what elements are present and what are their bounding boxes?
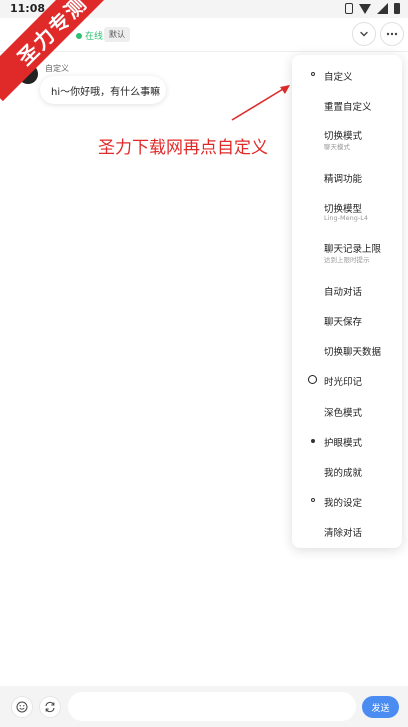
- menu-item-label: 时光印记: [324, 377, 363, 388]
- message-input[interactable]: [68, 692, 356, 721]
- menu-item-label: 自定义: [324, 72, 353, 83]
- menu-item-sub: Ling-Meng-L4: [324, 214, 368, 222]
- menu-item-switch-mode[interactable]: 切换模式 聊天模式: [292, 128, 402, 158]
- menu-item-fine-tune[interactable]: 精调功能: [292, 171, 402, 201]
- dot-icon: [311, 498, 315, 502]
- online-text: 在线: [85, 32, 104, 42]
- menu-item-label: 精调功能: [324, 174, 363, 185]
- vibrate-icon: [345, 3, 353, 14]
- menu-item-auto-dialogue[interactable]: 自动对话: [292, 284, 402, 314]
- menu-item-label: 我的设定: [324, 498, 363, 509]
- emoji-icon: [16, 701, 28, 713]
- online-status: 在线: [76, 29, 103, 42]
- refresh-button[interactable]: [39, 696, 61, 718]
- menu-item-achievements[interactable]: 我的成就: [292, 465, 402, 495]
- status-icons: [345, 3, 400, 14]
- menu-item-clear-chat[interactable]: 清除对话: [292, 525, 402, 555]
- menu-item-label: 自动对话: [324, 287, 363, 298]
- menu-item-dark-mode[interactable]: 深色模式: [292, 405, 402, 435]
- dot-icon: [311, 439, 315, 443]
- more-icon: [386, 32, 398, 36]
- menu-item-reset-custom[interactable]: 重置自定义: [292, 99, 402, 129]
- menu-item-custom[interactable]: 自定义: [292, 69, 402, 99]
- options-menu: 自定义 重置自定义 切换模式 聊天模式 精调功能 切换模型 Ling-Meng-…: [292, 55, 402, 548]
- online-dot-icon: [76, 32, 82, 39]
- input-bar: 发送: [0, 686, 408, 727]
- menu-item-switch-chat-data[interactable]: 切换聊天数据: [292, 344, 402, 374]
- menu-item-history-limit[interactable]: 聊天记录上限 达到上限时提示: [292, 241, 402, 271]
- menu-item-my-settings[interactable]: 我的设定: [292, 495, 402, 525]
- signal-icon: [377, 3, 388, 14]
- send-button[interactable]: 发送: [362, 696, 399, 718]
- battery-icon: [394, 3, 400, 14]
- menu-item-label: 深色模式: [324, 408, 363, 419]
- ring-icon: [308, 375, 317, 384]
- message-bubble[interactable]: hi～你好哦，有什么事嘛: [40, 76, 166, 104]
- menu-item-label: 重置自定义: [324, 102, 372, 113]
- sender-name: 自定义: [45, 64, 69, 73]
- menu-item-label: 聊天保存: [324, 317, 363, 328]
- menu-item-label: 切换模型: [324, 204, 363, 215]
- dot-icon: [311, 72, 315, 76]
- menu-item-label: 我的成就: [324, 468, 363, 479]
- wifi-icon: [359, 3, 371, 14]
- more-button[interactable]: [380, 22, 404, 46]
- menu-item-label: 清除对话: [324, 528, 363, 539]
- menu-item-time-mark[interactable]: 时光印记: [292, 374, 402, 404]
- menu-item-sub: 达到上限时提示: [324, 256, 370, 264]
- annotation-text: 圣力下载网再点自定义: [98, 138, 268, 158]
- annotation-arrow-icon: [231, 85, 290, 121]
- status-time: 11:08: [10, 2, 46, 15]
- menu-item-save-chat[interactable]: 聊天保存: [292, 314, 402, 344]
- default-badge[interactable]: 默认: [104, 27, 130, 42]
- menu-item-sub: 聊天模式: [324, 143, 350, 151]
- refresh-icon: [45, 701, 55, 713]
- menu-item-label: 护眼模式: [324, 438, 363, 449]
- menu-item-switch-model[interactable]: 切换模型 Ling-Meng-L4: [292, 201, 402, 231]
- emoji-button[interactable]: [11, 696, 33, 718]
- chevron-down-button[interactable]: [352, 22, 376, 46]
- menu-item-eye-care[interactable]: 护眼模式: [292, 435, 402, 465]
- menu-item-label: 切换模式: [324, 131, 363, 142]
- menu-item-label: 聊天记录上限: [324, 244, 382, 255]
- menu-item-label: 切换聊天数据: [324, 347, 382, 358]
- chevron-down-icon: [360, 31, 368, 37]
